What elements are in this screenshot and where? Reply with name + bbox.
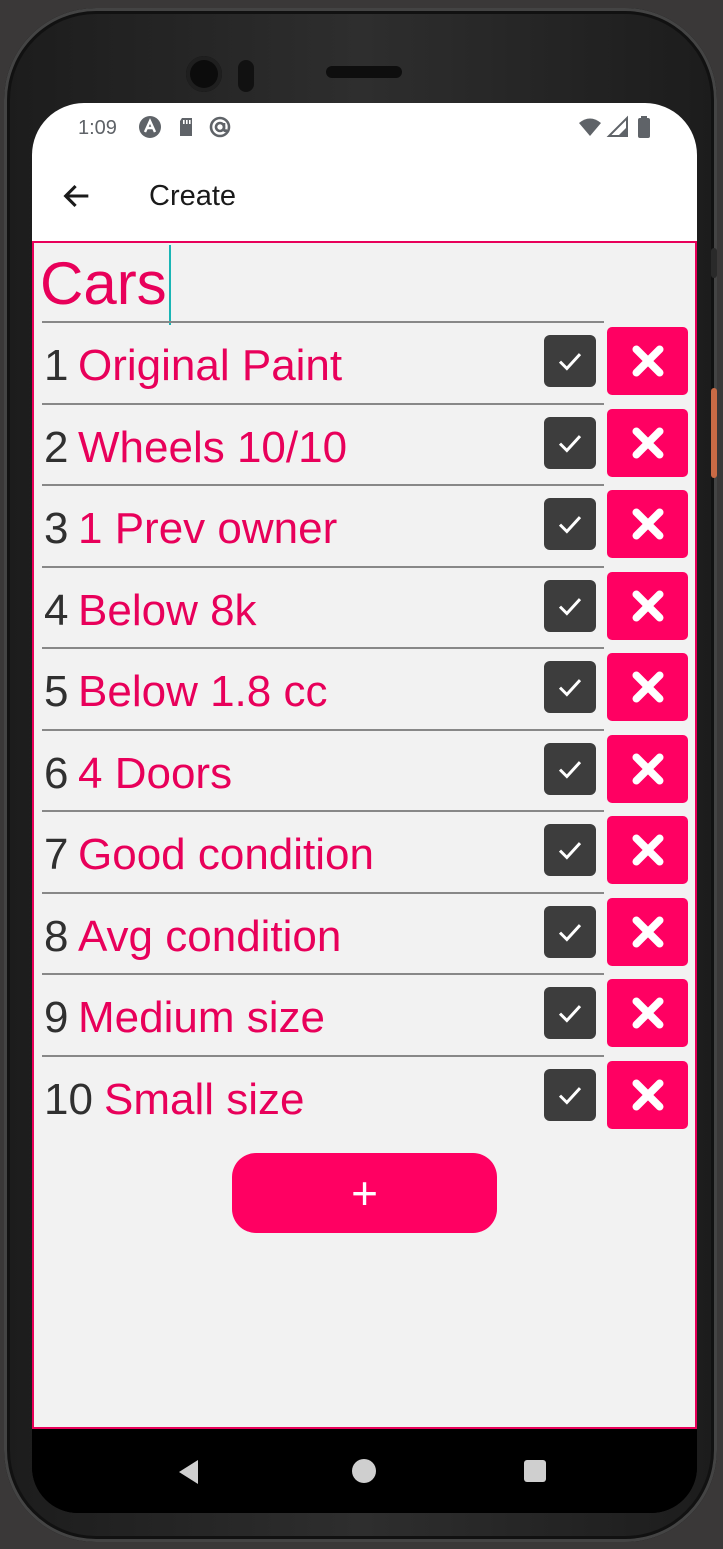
check-icon (558, 597, 582, 616)
item-label-input[interactable]: 4 Doors (78, 749, 232, 799)
item-label-input[interactable]: Original Paint (78, 341, 342, 391)
close-icon (632, 997, 663, 1029)
close-icon (632, 671, 663, 703)
check-icon (558, 923, 582, 942)
item-checkbox[interactable] (544, 335, 596, 387)
delete-item-button[interactable] (607, 490, 688, 558)
nav-recents-icon[interactable] (524, 1460, 546, 1482)
a-icon (139, 116, 161, 138)
check-icon (558, 516, 582, 534)
at-icon (209, 116, 231, 138)
delete-item-button[interactable] (607, 816, 688, 884)
check-icon (558, 1005, 582, 1023)
close-icon (632, 1079, 663, 1110)
arrow-left-icon[interactable] (60, 179, 94, 213)
status-bar: 1:09 (32, 103, 697, 153)
phone-frame: 1:09 Create Cars 1 Original Paint 2 Whee… (4, 8, 717, 1542)
status-time: 1:09 (78, 117, 117, 139)
close-icon (632, 508, 663, 540)
close-icon (632, 916, 663, 947)
wifi-icon (579, 118, 601, 136)
item-label-input[interactable]: Below 8k (78, 586, 257, 636)
item-checkbox[interactable] (544, 1068, 596, 1121)
signal-icon (606, 115, 628, 137)
phone-power-button (711, 388, 717, 478)
item-checkbox[interactable] (544, 742, 596, 795)
delete-item-button[interactable] (607, 327, 688, 395)
item-checkbox[interactable] (544, 824, 596, 876)
item-checkbox[interactable] (544, 987, 596, 1039)
check-icon (558, 679, 582, 697)
list-item: 8 Avg condition (42, 891, 604, 974)
close-icon (632, 590, 663, 621)
item-number: 4 (44, 585, 69, 635)
add-item-label: + (351, 1167, 378, 1219)
list-item: 4 Below 8k (42, 565, 604, 648)
list-title-text: Cars (40, 250, 167, 317)
delete-item-button[interactable] (607, 1060, 688, 1129)
close-icon (632, 753, 663, 784)
item-number: 7 (44, 830, 69, 879)
delete-item-button[interactable] (607, 571, 688, 640)
sd-card-icon (180, 118, 192, 136)
delete-item-button[interactable] (607, 653, 688, 721)
nav-back-icon[interactable] (178, 1459, 200, 1485)
close-icon (632, 834, 663, 866)
list-item: 2 Wheels 10/10 (42, 402, 604, 485)
delete-item-button[interactable] (607, 734, 688, 803)
check-icon (558, 1086, 582, 1105)
item-number: 8 (44, 911, 69, 961)
close-icon (632, 345, 663, 377)
check-icon (558, 434, 582, 453)
item-number: 5 (44, 667, 69, 716)
list-item: 9 Medium size (42, 973, 604, 1055)
delete-item-button[interactable] (607, 979, 688, 1047)
item-checkbox[interactable] (544, 498, 596, 550)
list-item: 31 Prev owner (42, 484, 604, 566)
list-item: 10 Small size (42, 1054, 604, 1137)
item-checkbox[interactable] (544, 905, 596, 958)
item-number: 6 (44, 748, 69, 798)
item-number: 10 (44, 1074, 93, 1124)
item-number: 1 (44, 341, 69, 390)
close-icon (632, 427, 663, 458)
item-label-input[interactable]: Below 1.8 cc (78, 667, 327, 717)
item-number: 9 (44, 993, 69, 1042)
battery-icon (638, 116, 650, 138)
list-item: 1 Original Paint (42, 321, 604, 403)
check-icon (558, 842, 582, 860)
page-title: Create (149, 180, 237, 212)
system-nav-bar (32, 1429, 697, 1513)
list-title-input[interactable]: Cars (40, 245, 171, 325)
item-checkbox[interactable] (544, 579, 596, 632)
app-bar: Create (32, 153, 697, 241)
list-item: 5 Below 1.8 cc (42, 647, 604, 729)
item-label-input[interactable]: Medium size (78, 993, 325, 1043)
item-number: 2 (44, 422, 69, 472)
item-label-input[interactable]: Avg condition (78, 912, 341, 962)
screen: 1:09 Create Cars 1 Original Paint 2 Whee… (32, 103, 697, 1513)
earpiece-speaker (326, 66, 402, 78)
front-camera (186, 56, 222, 92)
item-label-input[interactable]: 1 Prev owner (78, 504, 337, 554)
delete-item-button[interactable] (607, 897, 688, 966)
phone-side-button (711, 248, 717, 278)
item-number: 3 (44, 504, 69, 553)
list-item: 64 Doors (42, 728, 604, 811)
delete-item-button[interactable] (607, 408, 688, 477)
add-item-button[interactable]: + (232, 1153, 497, 1233)
text-cursor (168, 245, 171, 325)
item-label-input[interactable]: Wheels 10/10 (78, 423, 347, 473)
nav-home-icon[interactable] (352, 1459, 376, 1483)
item-checkbox[interactable] (544, 416, 596, 469)
check-icon (558, 760, 582, 779)
list-editor: Cars 1 Original Paint 2 Wheels 10/10 3 1 Prev… (32, 241, 697, 1429)
list-item: 7 Good condition (42, 810, 604, 892)
item-label-input[interactable]: Good condition (78, 830, 374, 880)
item-label-input[interactable]: Small size (104, 1075, 305, 1125)
item-checkbox[interactable] (544, 661, 596, 713)
proximity-sensor (238, 60, 254, 92)
check-icon (558, 353, 582, 371)
